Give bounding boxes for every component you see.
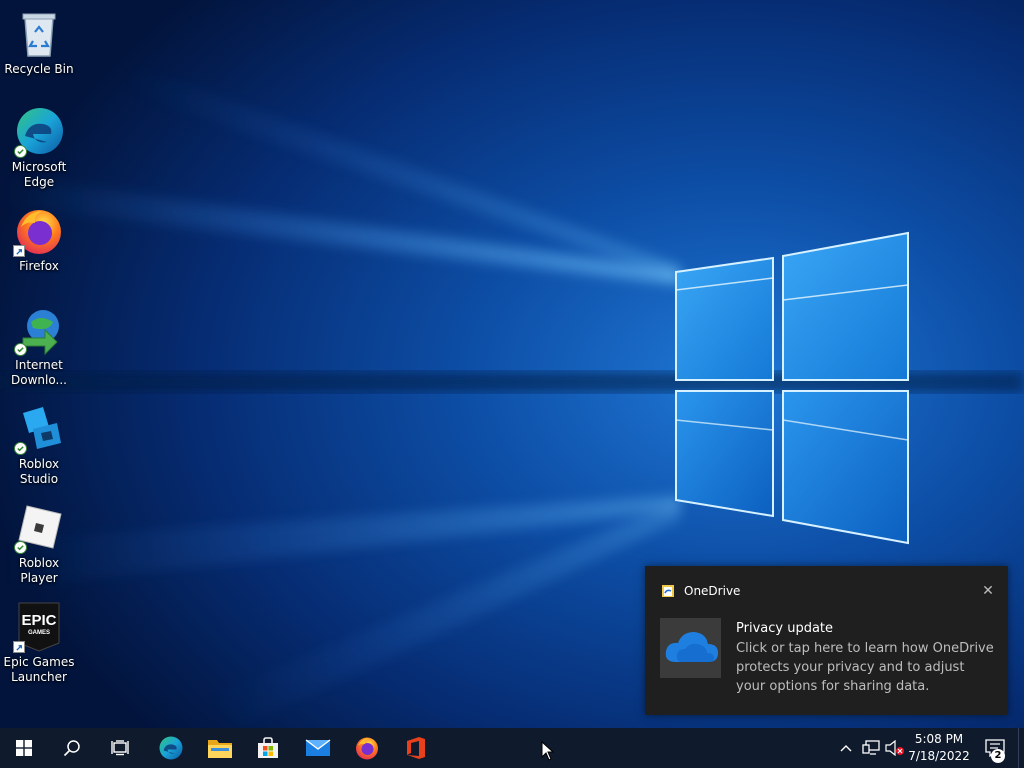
volume-button[interactable] <box>884 728 906 768</box>
sync-status-badge <box>14 442 27 455</box>
desktop-icon-firefox[interactable]: Firefox <box>0 205 78 274</box>
taskbar-firefox-button[interactable] <box>343 728 391 768</box>
svg-text:GAMES: GAMES <box>28 630 50 636</box>
clock-time: 5:08 PM <box>914 732 964 746</box>
file-explorer-icon <box>208 740 232 758</box>
desktop-icon-label: Roblox Player <box>18 556 60 585</box>
toast-app-name: OneDrive <box>684 584 741 598</box>
desktop-icon-label: Epic Games Launcher <box>3 655 75 684</box>
desktop-icon-label: Recycle Bin <box>4 62 74 76</box>
microsoft-store-icon <box>258 737 278 758</box>
desktop-icon-microsoft-edge[interactable]: Microsoft Edge <box>0 106 78 190</box>
show-desktop-button[interactable] <box>1018 728 1024 768</box>
volume-muted-icon <box>885 740 904 756</box>
sync-status-badge <box>14 541 27 554</box>
svg-text:EPIC: EPIC <box>21 612 56 629</box>
start-button[interactable] <box>0 728 48 768</box>
mouse-cursor-icon <box>541 741 555 761</box>
start-icon <box>16 740 32 756</box>
desktop-icon-epic-games-launcher[interactable]: EPIC GAMES Epic Games Launcher <box>0 601 78 685</box>
taskbar-mail-button[interactable] <box>294 728 342 768</box>
notification-count-badge: 2 <box>991 749 1005 763</box>
desktop-icon-roblox-studio[interactable]: Roblox Studio <box>0 403 78 487</box>
taskbar-file-explorer-button[interactable] <box>196 728 244 768</box>
onedrive-toast-notification[interactable]: OneDrive ✕ Privacy update Click or tap h… <box>645 566 1008 715</box>
mail-icon <box>305 739 331 756</box>
network-button[interactable] <box>860 728 882 768</box>
taskbar-clock[interactable]: 5:08 PM 7/18/2022 <box>905 728 973 768</box>
chevron-up-icon <box>840 745 852 752</box>
task-view-button[interactable] <box>96 728 144 768</box>
edge-icon <box>159 736 183 760</box>
firefox-icon <box>356 737 378 760</box>
desktop-icon-label: Microsoft Edge <box>11 160 67 189</box>
toast-title: Privacy update <box>736 621 834 636</box>
desktop-icon-label: Firefox <box>19 259 59 273</box>
toast-message: Click or tap here to learn how OneDrive … <box>736 641 994 694</box>
task-view-icon <box>111 740 129 756</box>
onedrive-app-icon <box>662 585 674 597</box>
recycle-bin-icon <box>22 13 56 57</box>
close-icon[interactable]: ✕ <box>980 583 996 599</box>
search-icon <box>63 740 80 757</box>
desktop-icon-label: Roblox Studio <box>18 457 60 486</box>
desktop-icon-roblox-player[interactable]: Roblox Player <box>0 502 78 586</box>
office-icon <box>407 737 425 759</box>
sync-status-badge <box>14 145 27 158</box>
network-icon <box>862 740 880 755</box>
taskbar-edge-button[interactable] <box>147 728 195 768</box>
shortcut-arrow-icon <box>13 641 25 653</box>
desktop-icon-internet-download-manager[interactable]: Internet Downlo... <box>0 304 78 388</box>
onedrive-cloud-icon <box>660 618 721 678</box>
clock-date: 7/18/2022 <box>908 749 970 763</box>
taskbar-microsoft-store-button[interactable] <box>244 728 292 768</box>
shortcut-arrow-icon <box>13 245 25 257</box>
taskbar: 5:08 PM 7/18/2022 <box>0 728 1024 768</box>
sync-status-badge <box>14 343 27 356</box>
toast-header: OneDrive <box>661 584 740 598</box>
desktop-icon-label: Internet Downlo... <box>11 358 67 387</box>
taskbar-office-button[interactable] <box>392 728 440 768</box>
search-button[interactable] <box>48 728 96 768</box>
show-hidden-icons-button[interactable] <box>836 728 856 768</box>
desktop-icon-recycle-bin[interactable]: Recycle Bin <box>0 8 78 77</box>
